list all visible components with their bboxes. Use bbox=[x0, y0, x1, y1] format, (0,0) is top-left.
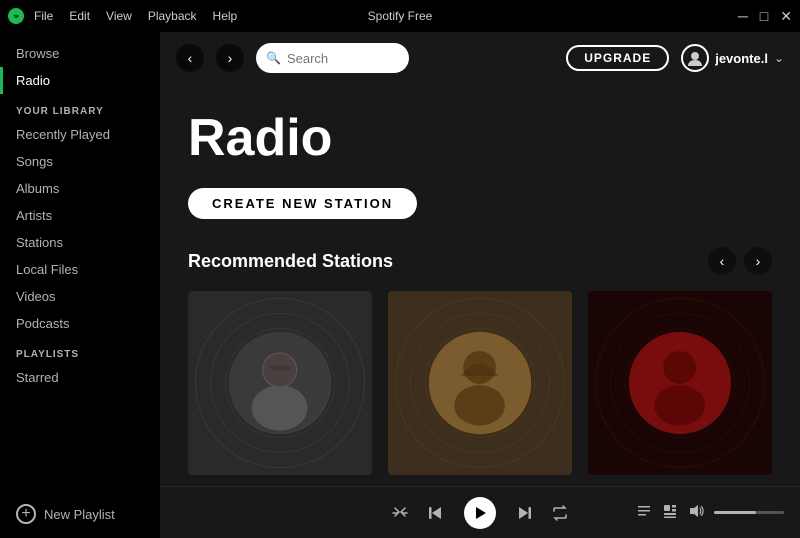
forward-button[interactable]: › bbox=[216, 44, 244, 72]
player-right bbox=[604, 503, 784, 522]
station-card-post-malone[interactable]: Post Malone bbox=[188, 291, 372, 486]
sidebar-item-stations[interactable]: Stations bbox=[0, 229, 160, 256]
plus-circle-icon: + bbox=[16, 504, 36, 524]
queue-button[interactable] bbox=[662, 503, 678, 522]
search-icon: 🔍 bbox=[266, 51, 281, 65]
playlists-section-label: PLAYLISTS bbox=[0, 337, 160, 364]
repeat-button[interactable] bbox=[552, 505, 568, 521]
recently-played-label: Recently Played bbox=[16, 127, 110, 142]
sidebar-item-local-files[interactable]: Local Files bbox=[0, 256, 160, 283]
titlebar-left: File Edit View Playback Help bbox=[8, 8, 237, 24]
stations-grid: Post Malone bbox=[188, 291, 772, 486]
lyrics-button[interactable] bbox=[636, 503, 652, 522]
new-playlist-label: New Playlist bbox=[44, 507, 115, 522]
sidebar-item-browse[interactable]: Browse bbox=[0, 40, 160, 67]
sidebar-item-recently-played[interactable]: Recently Played bbox=[0, 121, 160, 148]
volume-fill bbox=[714, 511, 756, 514]
podcasts-label: Podcasts bbox=[16, 316, 69, 331]
app-title: Spotify Free bbox=[368, 9, 433, 23]
station-card-21-savage[interactable]: 21 Savage bbox=[588, 291, 772, 486]
close-button[interactable]: ✕ bbox=[780, 8, 792, 25]
section-next-button[interactable]: › bbox=[744, 247, 772, 275]
station-image-khalid bbox=[388, 291, 572, 475]
play-button[interactable] bbox=[464, 497, 496, 529]
titlebar-menu: File Edit View Playback Help bbox=[34, 9, 237, 23]
navbar: ‹ › 🔍 UPGRADE jevonte.l ⌄ bbox=[160, 32, 800, 84]
sidebar-item-artists[interactable]: Artists bbox=[0, 202, 160, 229]
user-avatar-icon bbox=[681, 44, 709, 72]
sidebar-item-radio[interactable]: Radio bbox=[0, 67, 160, 94]
forward-arrow-icon: › bbox=[228, 50, 233, 66]
sidebar-item-starred[interactable]: Starred bbox=[0, 364, 160, 391]
menu-playback[interactable]: Playback bbox=[148, 9, 197, 23]
app-body: Browse Radio YOUR LIBRARY Recently Playe… bbox=[0, 32, 800, 538]
menu-help[interactable]: Help bbox=[213, 9, 238, 23]
artist-photo-khalid bbox=[429, 332, 530, 433]
station-image-21-savage bbox=[588, 291, 772, 475]
section-prev-button[interactable]: ‹ bbox=[708, 247, 736, 275]
station-card-khalid[interactable]: Khalid bbox=[388, 291, 572, 486]
sidebar-item-songs[interactable]: Songs bbox=[0, 148, 160, 175]
artist-photo-21-savage bbox=[629, 332, 730, 433]
albums-label: Albums bbox=[16, 181, 59, 196]
sidebar-item-videos[interactable]: Videos bbox=[0, 283, 160, 310]
recommended-section-header: Recommended Stations ‹ › bbox=[188, 247, 772, 275]
main-content: ‹ › 🔍 UPGRADE jevonte.l ⌄ bbox=[160, 32, 800, 538]
artists-label: Artists bbox=[16, 208, 52, 223]
back-button[interactable]: ‹ bbox=[176, 44, 204, 72]
player-controls bbox=[356, 497, 604, 529]
library-section-label: YOUR LIBRARY bbox=[0, 94, 160, 121]
spotify-logo-icon bbox=[8, 8, 24, 24]
stations-label: Stations bbox=[16, 235, 63, 250]
next-button[interactable] bbox=[516, 505, 532, 521]
player-bar bbox=[160, 486, 800, 538]
search-box[interactable]: 🔍 bbox=[256, 43, 409, 73]
window-controls: ─ □ ✕ bbox=[738, 8, 792, 25]
upgrade-button[interactable]: UPGRADE bbox=[566, 45, 669, 71]
radio-label: Radio bbox=[16, 73, 50, 88]
recommended-title: Recommended Stations bbox=[188, 251, 393, 272]
volume-icon bbox=[688, 503, 704, 522]
new-playlist-button[interactable]: + New Playlist bbox=[0, 498, 160, 530]
chevron-down-icon: ⌄ bbox=[774, 51, 784, 65]
browse-label: Browse bbox=[16, 46, 59, 61]
artist-photo-post-malone bbox=[229, 332, 330, 433]
section-nav-arrows: ‹ › bbox=[708, 247, 772, 275]
shuffle-button[interactable] bbox=[392, 505, 408, 521]
page-title: Radio bbox=[188, 108, 772, 168]
create-station-button[interactable]: CREATE NEW STATION bbox=[188, 188, 417, 219]
videos-label: Videos bbox=[16, 289, 56, 304]
user-menu[interactable]: jevonte.l ⌄ bbox=[681, 44, 784, 72]
menu-file[interactable]: File bbox=[34, 9, 53, 23]
local-files-label: Local Files bbox=[16, 262, 78, 277]
titlebar: File Edit View Playback Help Spotify Fre… bbox=[0, 0, 800, 32]
station-image-post-malone bbox=[188, 291, 372, 475]
sidebar-item-albums[interactable]: Albums bbox=[0, 175, 160, 202]
sidebar-item-podcasts[interactable]: Podcasts bbox=[0, 310, 160, 337]
starred-label: Starred bbox=[16, 370, 59, 385]
back-arrow-icon: ‹ bbox=[188, 50, 193, 66]
menu-view[interactable]: View bbox=[106, 9, 132, 23]
search-input[interactable] bbox=[287, 51, 399, 66]
minimize-button[interactable]: ─ bbox=[738, 8, 748, 25]
username-label: jevonte.l bbox=[715, 51, 768, 66]
maximize-button[interactable]: □ bbox=[760, 8, 768, 25]
sidebar: Browse Radio YOUR LIBRARY Recently Playe… bbox=[0, 32, 160, 538]
songs-label: Songs bbox=[16, 154, 53, 169]
radio-page: Radio CREATE NEW STATION Recommended Sta… bbox=[160, 84, 800, 486]
prev-button[interactable] bbox=[428, 505, 444, 521]
menu-edit[interactable]: Edit bbox=[69, 9, 90, 23]
volume-bar[interactable] bbox=[714, 511, 784, 514]
